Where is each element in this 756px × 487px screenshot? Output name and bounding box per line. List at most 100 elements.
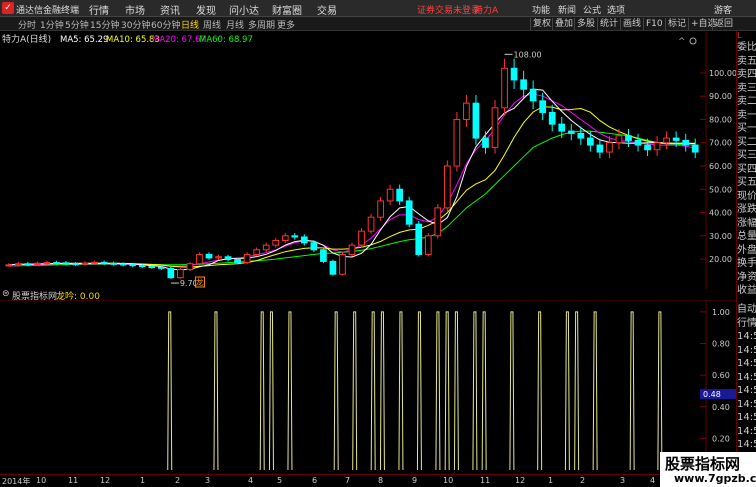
period-multi[interactable]: 多周期 [248,18,275,31]
menu-formula[interactable]: 公式 [583,3,601,16]
adjust-button[interactable]: 复权 [530,18,553,30]
menu-trade[interactable]: 交易 [317,2,337,17]
candle-body [653,142,661,151]
candle-body [482,137,489,148]
candle-body [43,262,51,265]
ma-header: 特力A(日线) MA5: 65.29 MA10: 65.83 MA20: 67.… [2,33,253,45]
candle-body [520,79,527,90]
candle-body [348,244,356,255]
mark-button[interactable]: 标记 [665,18,688,30]
indicator-current-value: 0.48 [700,389,736,400]
candle-body [281,235,289,241]
candle-body [14,263,22,266]
date-axis-label: 3 [620,476,626,485]
candle-body [463,102,470,120]
candle-body [234,259,241,264]
candle-body [196,253,203,265]
login-notice[interactable]: 证券交易未登录 [417,3,480,16]
period-15min[interactable]: 15分钟 [90,18,119,31]
date-axis-label: 3 [205,476,211,485]
date-axis-label: 1 [548,476,554,485]
menu-ask[interactable]: 问小达 [229,2,259,17]
scroll-up-icon: ^ [678,37,686,47]
quote-row-label: 买一 [737,123,756,134]
indicator-header: ⊜ 股票指标网 龙吟: 0.00 [0,289,736,302]
y-tick-label: 100.00 [709,69,736,78]
guest-label[interactable]: 游客 [714,3,732,16]
date-axis-label: 10 [443,476,454,485]
quote-panel: L 委比 卖五 卖四 卖三 卖二 卖一 买一 买二 买三 买四 买五 现价 涨跌 涨幅 总量 外盘 换手 净资 收益… [736,31,756,474]
overlay-button[interactable]: 叠加 [552,18,575,30]
tick-row-label: 14:5 [737,439,756,450]
candle-body [243,253,251,264]
menu-news-right[interactable]: 新闻 [558,3,576,16]
quote-row-label: 涨幅 [737,217,756,229]
period-30min[interactable]: 30分钟 [121,18,150,31]
tick-row-label: 行情 [737,317,756,329]
date-axis-label: 2014年 [2,477,31,486]
y-tick-label: 40.00 [709,209,732,218]
period-tick[interactable]: 分时 [18,18,36,31]
annotation-label: 108.00 [514,50,542,59]
candle-body [472,102,480,139]
quote-row-label: 净资 [737,271,756,283]
menu-market[interactable]: 市场 [125,2,145,17]
menu-discover[interactable]: 发现 [196,2,216,17]
candle-body [300,236,308,244]
indicator-gear-icon[interactable]: ⊜ [2,289,10,299]
candle-body [100,261,108,264]
current-value-label: 0.48 [703,390,721,399]
menu-function[interactable]: 功能 [532,3,550,16]
date-axis-label: 4 [650,476,656,485]
candle-body [224,256,232,261]
candle-body [215,256,222,259]
candle-body [5,264,13,267]
tick-row-label: 14:5 [737,358,756,369]
period-1min[interactable]: 1分钟 [40,18,64,31]
period-5min[interactable]: 5分钟 [65,18,89,31]
quote-row-label: 卖三 [737,82,756,94]
candle-body [596,144,604,153]
multi-stock-button[interactable]: 多股 [574,18,597,30]
candle-body [510,67,518,81]
quote-row-label: 买二 [737,136,756,148]
tick-row-label: 14:5 [737,371,756,383]
candle-body [310,242,318,251]
candle-body [62,262,70,265]
y-tick-label: 90.00 [709,92,732,101]
quote-row-label: 换手 [737,258,756,269]
candle-body [672,137,680,141]
menu-options[interactable]: 选项 [607,3,625,16]
period-more[interactable]: 更多 [277,18,295,31]
candle-body [148,266,156,269]
candle-body [367,216,375,232]
indicator-chart[interactable]: 0.20 0.40 0.60 0.80 1.00 0.48 [0,300,736,472]
ma5-label: MA5: 65.29 [60,35,108,45]
candle-body [663,137,670,144]
period-toolbar: 分时 1分钟 5分钟 15分钟 30分钟 60分钟 日线 周线 月线 多周期 更… [0,17,756,31]
period-weekly[interactable]: 周线 [203,18,221,31]
menu-wealth-circle[interactable]: 财富圈 [272,2,302,17]
f10-button[interactable]: F10 [643,18,665,30]
period-daily[interactable]: 日线 [181,18,199,31]
tick-row-label: 14:5 [737,331,756,342]
menu-news[interactable]: 资讯 [160,2,180,17]
quote-row-label: 收益 [737,285,756,296]
date-axis-label: 5 [277,476,283,485]
candle-body [396,188,404,202]
candle-body [262,244,270,251]
back-button[interactable]: 返回 [712,18,735,30]
menu-quotes[interactable]: 行情 [89,2,109,17]
ind-y-tick-label: 0.60 [712,371,730,380]
candle-body [119,263,127,266]
stats-button[interactable]: 统计 [597,18,620,30]
date-axis: 2014年 10 11 12 1 2 3 4 5 6 7 8 9 10 11 12 1 2 3 4 [0,474,756,487]
period-60min[interactable]: 60分钟 [151,18,180,31]
tick-row-label: 14:5 [737,398,756,410]
period-monthly[interactable]: 月线 [226,18,244,31]
candle-body [415,223,423,255]
candle-body [443,165,451,209]
price-chart[interactable]: 特力A(日线) MA5: 65.29 MA10: 65.83 MA20: 67.… [0,31,736,289]
date-axis-label: 8 [378,476,384,485]
draw-line-button[interactable]: 画线 [620,18,643,30]
